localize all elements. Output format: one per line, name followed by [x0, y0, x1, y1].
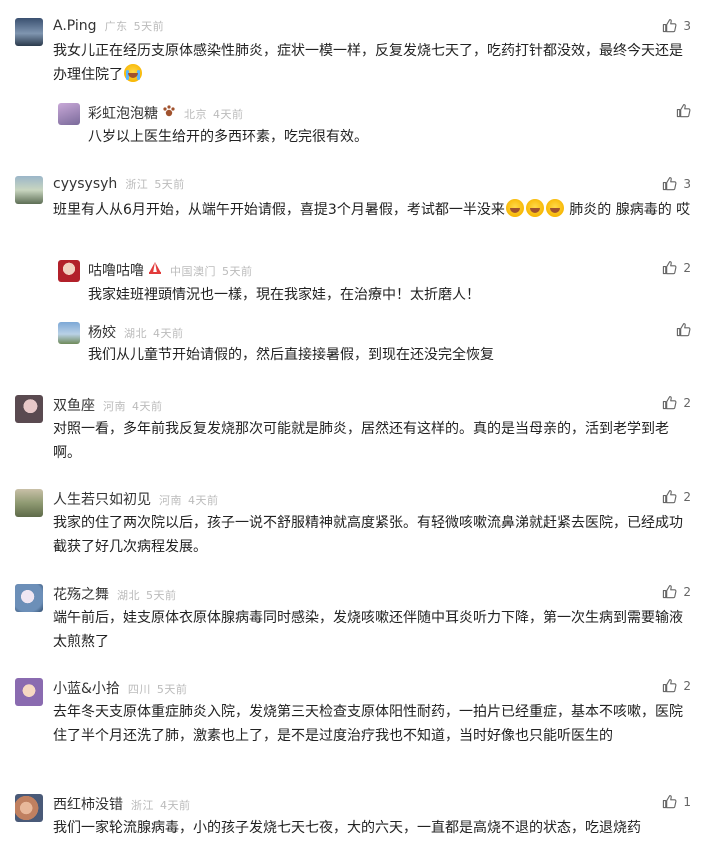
- like-button[interactable]: 2: [662, 584, 691, 599]
- location: 北京: [184, 108, 207, 121]
- location: 中国澳门: [170, 265, 216, 278]
- like-button[interactable]: 1: [662, 794, 691, 809]
- thumbs-up-icon: [662, 489, 677, 504]
- thumbs-up-icon: [676, 103, 691, 118]
- timestamp: 5天前: [146, 589, 177, 602]
- circus-tent-icon: [149, 262, 161, 274]
- avatar[interactable]: [58, 260, 80, 282]
- avatar[interactable]: [15, 794, 43, 822]
- like-button[interactable]: [676, 103, 691, 118]
- avatar[interactable]: [15, 678, 43, 706]
- avatar[interactable]: [58, 103, 80, 125]
- laughing-tears-emoji-icon: [545, 199, 564, 217]
- avatar[interactable]: [15, 18, 43, 46]
- like-count: 1: [683, 794, 691, 809]
- like-count: 2: [683, 489, 691, 504]
- like-button[interactable]: 2: [662, 489, 691, 504]
- location: 浙江: [125, 178, 149, 191]
- like-count: 2: [683, 678, 691, 693]
- username[interactable]: cyysysyh: [53, 176, 117, 192]
- thumbs-up-icon: [662, 395, 677, 410]
- location: 湖北: [124, 327, 147, 340]
- username[interactable]: 人生若只如初见: [53, 489, 151, 509]
- thumbs-up-icon: [662, 794, 677, 809]
- location: 浙江: [131, 799, 154, 812]
- comment-text: 对照一看，多年前我反复发烧那次可能就是肺炎，居然还有这样的。真的是当母亲的，活到…: [53, 421, 669, 461]
- crying-emoji-icon: [124, 64, 142, 82]
- comment-text: 我家的住了两次院以后，孩子一说不舒服精神就高度紧张。有轻微咳嗽流鼻涕就赶紧去医院…: [53, 515, 683, 555]
- username[interactable]: 西红柿没错: [53, 794, 123, 814]
- comment-text: 我女儿正在经历支原体感染性肺炎，症状一模一样，反复发烧七天了，吃药打针都没效，最…: [53, 43, 683, 83]
- laughing-tears-emoji-icon: [505, 199, 524, 217]
- thumbs-up-icon: [662, 18, 677, 33]
- thumbs-up-icon: [662, 678, 677, 693]
- like-button[interactable]: 3: [662, 18, 691, 33]
- timestamp: 4天前: [213, 108, 244, 121]
- timestamp: 4天前: [188, 494, 219, 507]
- comment-text: 去年冬天支原体重症肺炎入院，发烧第三天检查支原体阳性耐药，一拍片已经重症，基本不…: [53, 704, 683, 744]
- avatar[interactable]: [58, 322, 80, 344]
- like-button[interactable]: 3: [662, 176, 691, 191]
- timestamp: 4天前: [153, 327, 184, 340]
- like-count: 2: [683, 395, 691, 410]
- like-count: 2: [683, 260, 691, 275]
- like-button[interactable]: 2: [662, 678, 691, 693]
- username[interactable]: 双鱼座: [53, 395, 95, 415]
- avatar[interactable]: [15, 489, 43, 517]
- username[interactable]: 小蓝&小拾: [53, 678, 120, 698]
- username[interactable]: 花殇之舞: [53, 584, 109, 604]
- like-count: 3: [683, 18, 691, 33]
- location: 湖北: [117, 589, 140, 602]
- timestamp: 4天前: [132, 400, 163, 413]
- username[interactable]: 咕噜咕噜: [88, 260, 144, 280]
- reply-text: 我家娃班裡頭情況也一樣，現在我家娃，在治療中！太折磨人！: [88, 287, 480, 303]
- timestamp: 5天前: [133, 20, 165, 33]
- avatar[interactable]: [15, 395, 43, 423]
- comment-text: 班里有人从6月开始，从端午开始请假，喜提3个月暑假，考试都一半没来: [53, 202, 505, 218]
- thumbs-up-icon: [662, 260, 677, 275]
- thumbs-up-icon: [662, 176, 677, 191]
- like-count: 3: [683, 176, 691, 191]
- paw-badge-icon: [163, 105, 175, 117]
- like-button[interactable]: 2: [662, 395, 691, 410]
- timestamp: 5天前: [222, 265, 253, 278]
- laughing-tears-emoji-icon: [525, 199, 544, 217]
- location: 河南: [159, 494, 182, 507]
- like-button[interactable]: 2: [662, 260, 691, 275]
- comment-text-continued: 肺炎的 腺病毒的 哎: [569, 202, 691, 218]
- username[interactable]: 彩虹泡泡糖: [88, 103, 158, 123]
- username[interactable]: A.Ping: [53, 18, 97, 34]
- comment-text: 端午前后，娃支原体衣原体腺病毒同时感染，发烧咳嗽还伴随中耳炎听力下降，第一次生病…: [53, 610, 683, 650]
- timestamp: 5天前: [154, 178, 185, 191]
- timestamp: 4天前: [160, 799, 191, 812]
- avatar[interactable]: [15, 176, 43, 204]
- thumbs-up-icon: [662, 584, 677, 599]
- thumbs-up-icon: [676, 322, 691, 337]
- avatar[interactable]: [15, 584, 43, 612]
- timestamp: 5天前: [156, 683, 188, 696]
- location: 广东: [104, 20, 128, 33]
- location: 四川: [127, 683, 151, 696]
- comment-text: 我们一家轮流腺病毒，小的孩子发烧七天七夜，大的六天，一直都是高烧不退的状态，吃退…: [53, 820, 641, 836]
- like-button[interactable]: [676, 322, 691, 337]
- reply-text: 八岁以上医生给开的多西环素，吃完很有效。: [88, 129, 368, 145]
- location: 河南: [103, 400, 126, 413]
- reply-text: 我们从儿童节开始请假的，然后直接接暑假，到现在还没完全恢复: [88, 347, 494, 363]
- like-count: 2: [683, 584, 691, 599]
- username[interactable]: 杨姣: [88, 322, 116, 342]
